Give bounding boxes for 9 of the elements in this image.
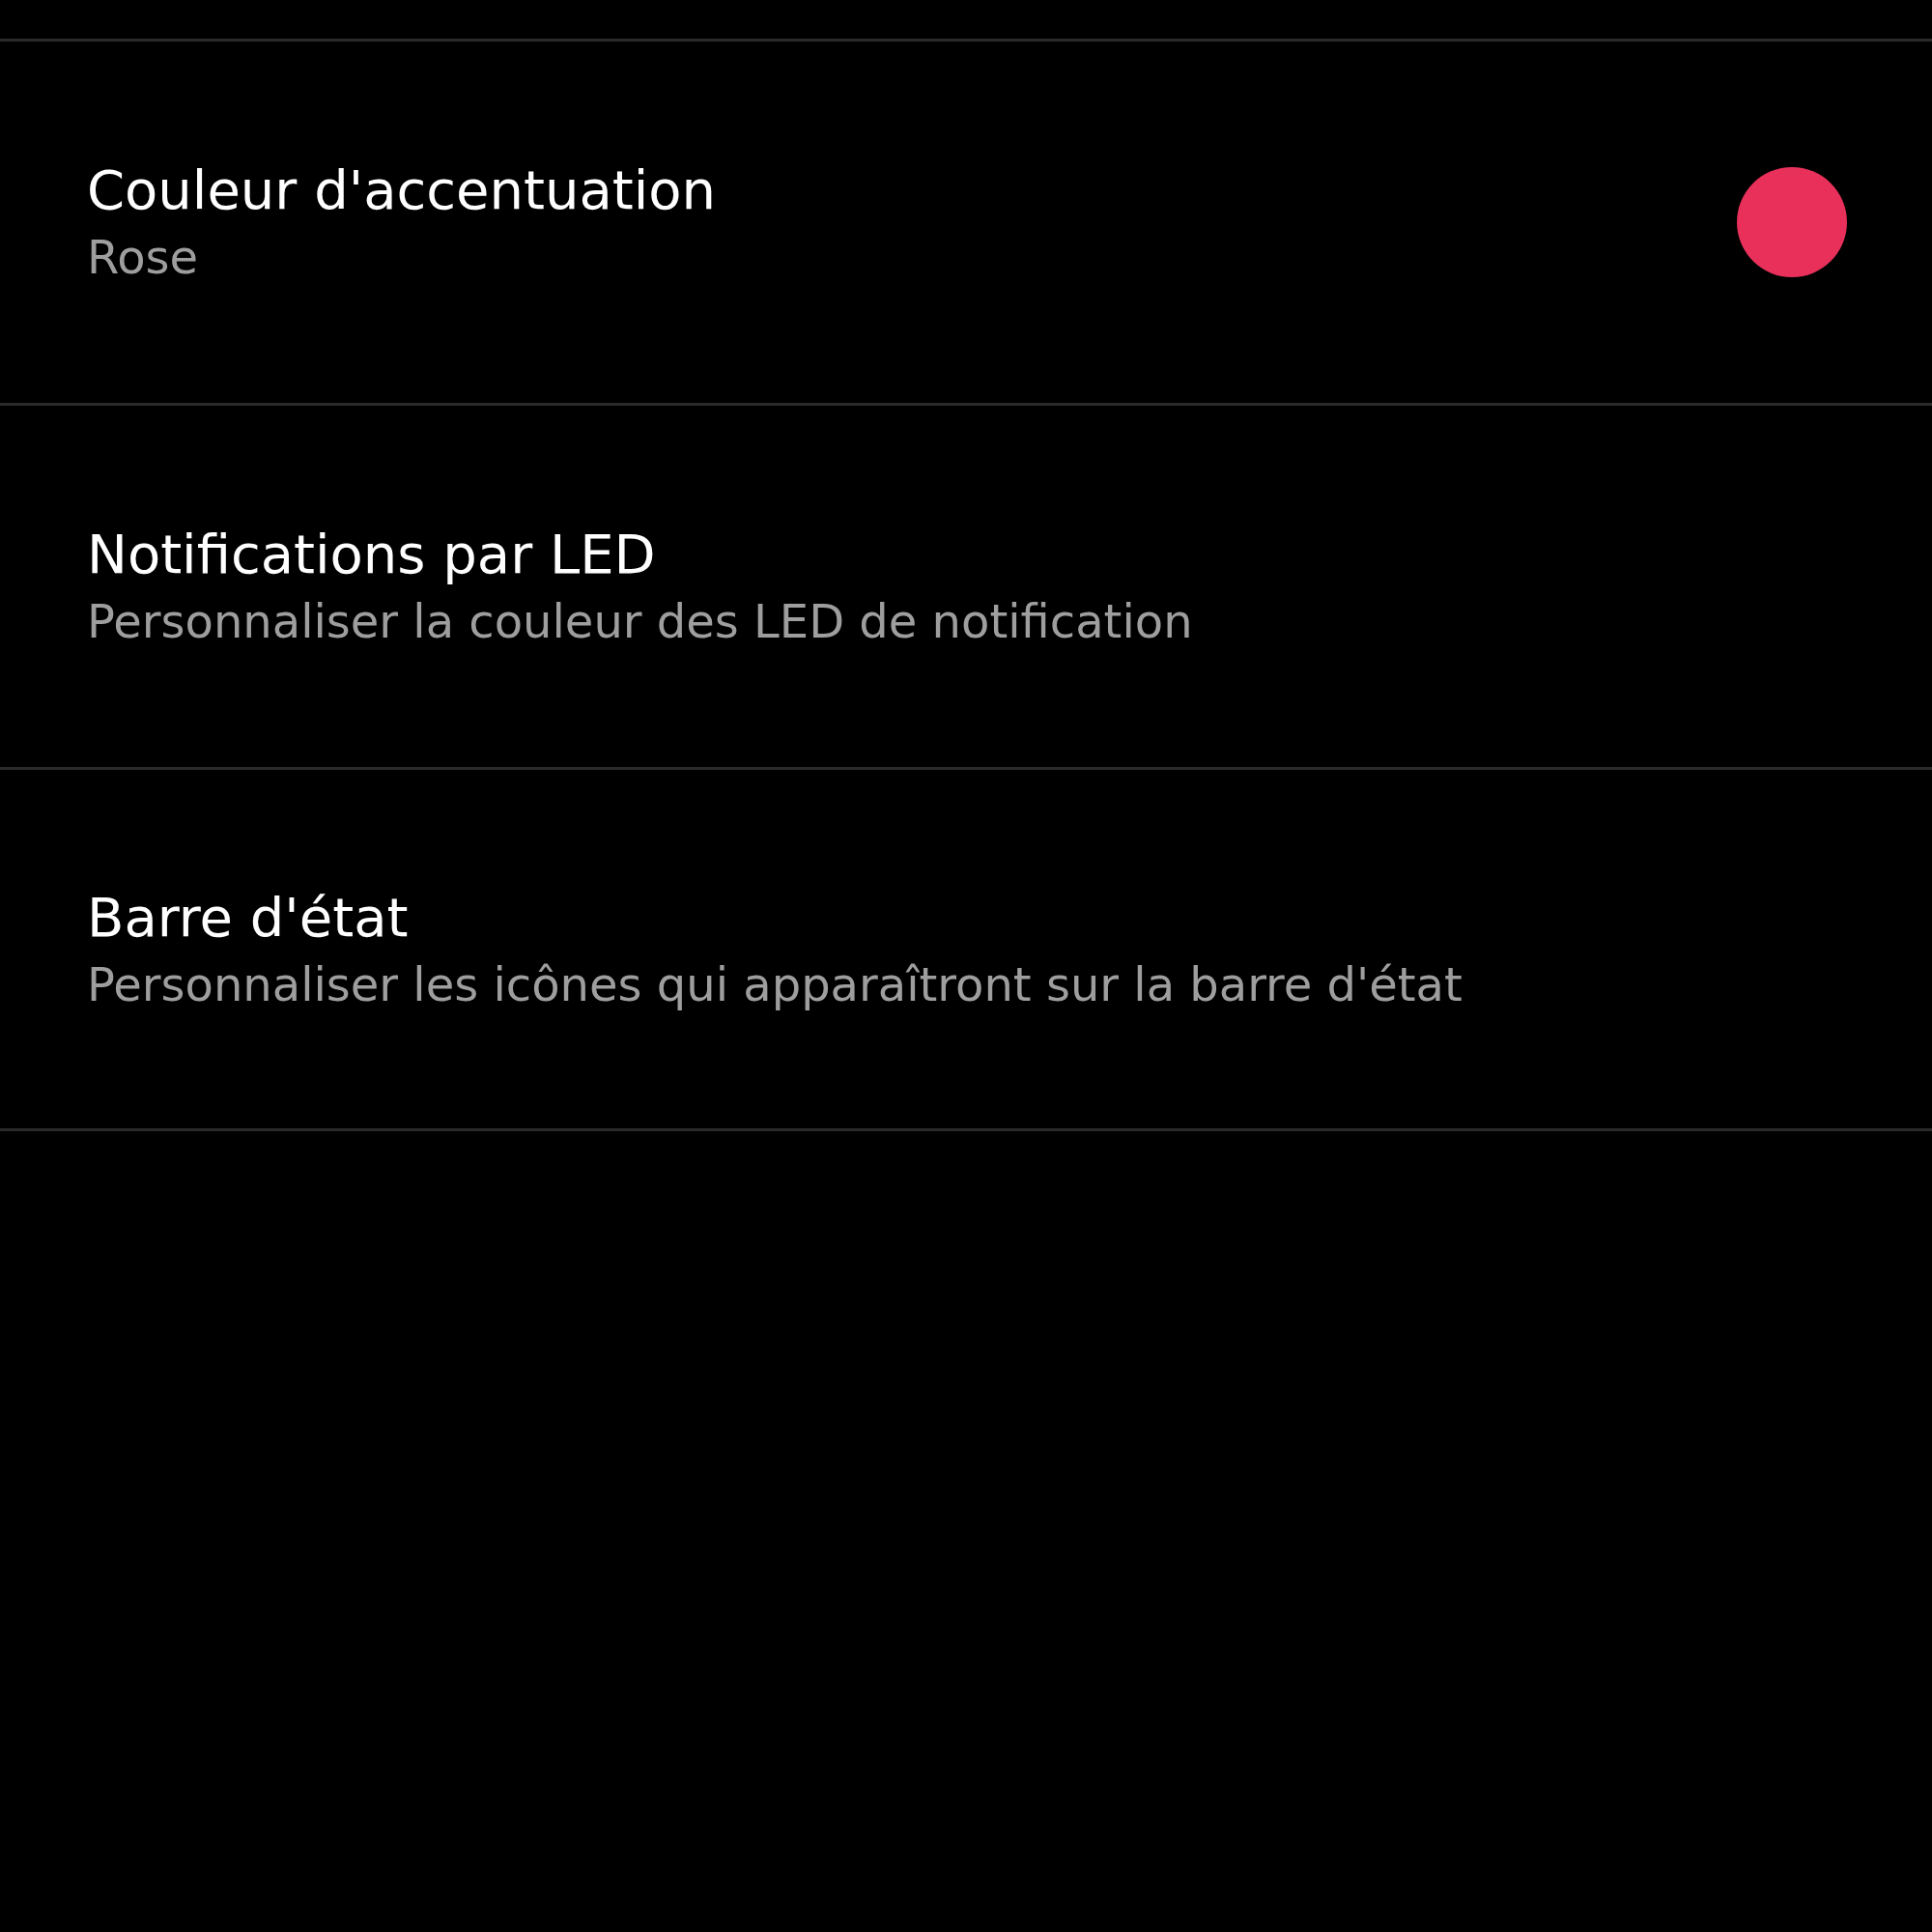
- setting-title: Couleur d'accentuation: [87, 157, 716, 224]
- setting-summary: Personnaliser les icônes qui apparaîtront sur la barre d'état: [87, 955, 1463, 1013]
- settings-item[interactable]: Barre d'état Personnaliser les icônes qui apparaîtront sur la barre d'état: [0, 767, 1932, 1131]
- setting-summary: Personnaliser la couleur des LED de notification: [87, 593, 1193, 650]
- settings-item[interactable]: Notifications par LED Personnaliser la couleur des LED de notification: [0, 403, 1932, 767]
- settings-item[interactable]: Couleur d'accentuation Rose: [0, 39, 1932, 403]
- setting-summary: Rose: [87, 229, 200, 286]
- setting-title: Barre d'état: [87, 884, 410, 951]
- setting-title: Notifications par LED: [87, 522, 657, 588]
